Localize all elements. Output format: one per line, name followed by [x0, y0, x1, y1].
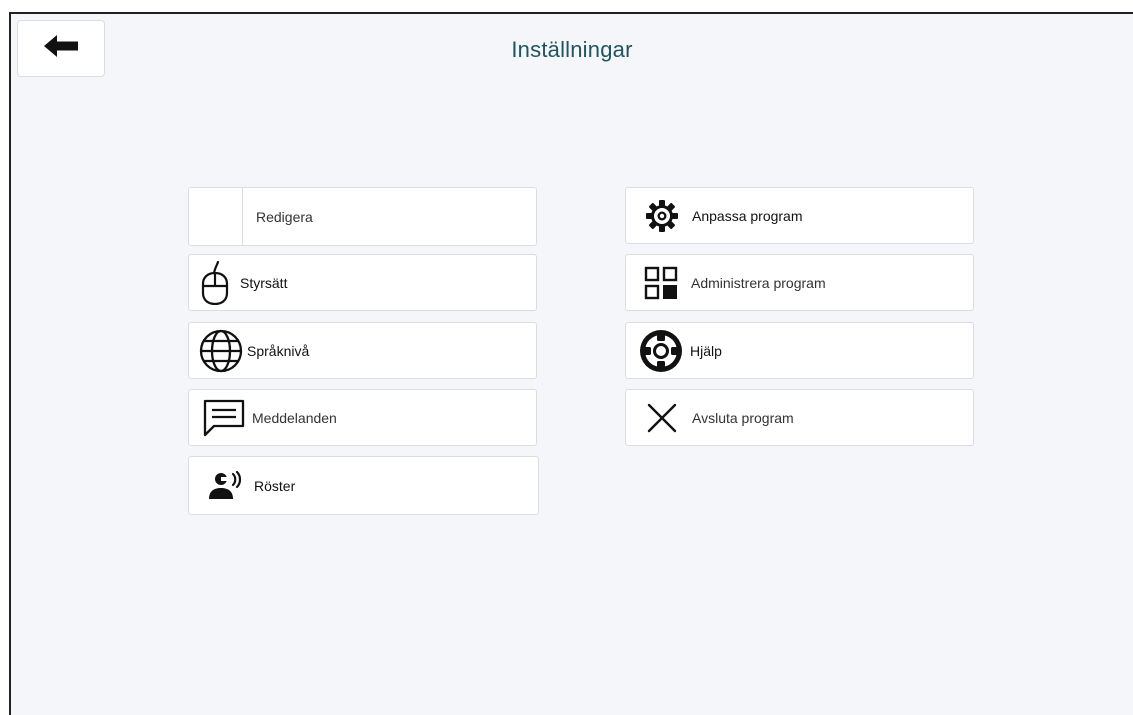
- button-divider: [242, 188, 243, 245]
- roster-button[interactable]: Röster: [188, 456, 539, 515]
- close-icon: [644, 402, 680, 434]
- apps-grid-icon: [643, 266, 679, 300]
- meddelanden-button[interactable]: Meddelanden: [188, 389, 537, 446]
- app-window: Inställningar Redigera Styrsätt Språkniv…: [9, 12, 1133, 715]
- hjalp-label: Hjälp: [690, 342, 722, 359]
- anpassa-program-label: Anpassa program: [692, 207, 803, 224]
- avsluta-program-button[interactable]: Avsluta program: [625, 389, 974, 446]
- redigera-label: Redigera: [256, 208, 313, 225]
- page-title: Inställningar: [511, 37, 633, 62]
- meddelanden-label: Meddelanden: [252, 409, 337, 426]
- lifebuoy-icon: [637, 328, 685, 374]
- empty-icon-slot: [189, 188, 242, 245]
- styrsatt-label: Styrsätt: [240, 274, 288, 291]
- anpassa-program-button[interactable]: Anpassa program: [625, 187, 974, 244]
- message-icon: [200, 399, 248, 437]
- styrsatt-button[interactable]: Styrsätt: [188, 254, 537, 311]
- gear-icon: [644, 199, 680, 232]
- spraakniva-label: Språknivå: [247, 342, 310, 359]
- administrera-program-button[interactable]: Administrera program: [625, 254, 974, 311]
- hjalp-button[interactable]: Hjälp: [625, 322, 974, 379]
- administrera-program-label: Administrera program: [691, 274, 826, 291]
- spraakniva-button[interactable]: Språknivå: [188, 322, 537, 379]
- globe-icon: [198, 329, 244, 373]
- roster-label: Röster: [254, 477, 296, 494]
- speaking-person-icon: [203, 470, 247, 501]
- mouse-icon: [195, 260, 235, 305]
- avsluta-program-label: Avsluta program: [692, 409, 794, 426]
- redigera-button[interactable]: Redigera: [188, 187, 537, 246]
